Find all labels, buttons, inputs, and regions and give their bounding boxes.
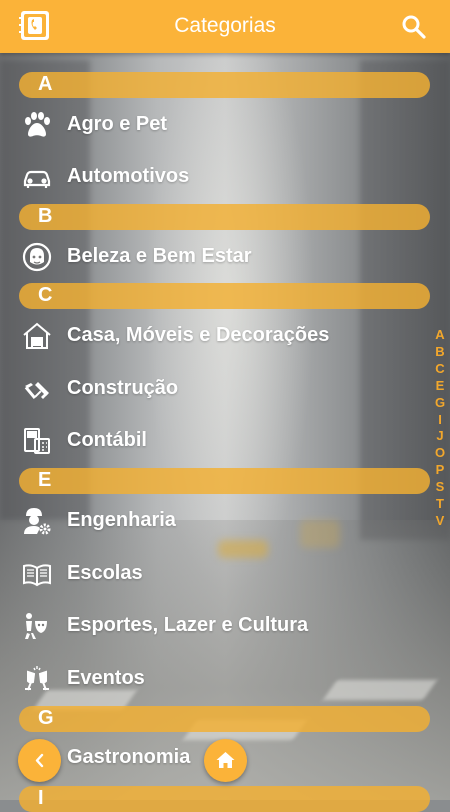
home-button[interactable] [204, 739, 247, 782]
section-letter: I [38, 787, 44, 809]
house-icon [22, 321, 52, 351]
search-icon[interactable] [401, 14, 427, 40]
section-letter: A [38, 73, 53, 95]
category-item-eventos[interactable]: Eventos [0, 654, 430, 704]
section-header-g: G [19, 706, 430, 732]
category-label: Contábil [67, 429, 147, 451]
paw-icon [22, 110, 52, 140]
page-title: Categorias [174, 14, 276, 37]
section-letter: B [38, 205, 53, 227]
category-item-esportes-lazer-e-cultura[interactable]: Esportes, Lazer e Cultura [0, 601, 430, 651]
index-letter-a[interactable]: A [435, 327, 444, 344]
category-label: Casa, Móveis e Decorações [67, 324, 330, 346]
category-item-beleza-e-bem-estar[interactable]: Beleza e Bem Estar [0, 232, 430, 282]
category-item-escolas[interactable]: Escolas [0, 549, 430, 599]
section-letter: E [38, 469, 52, 491]
section-header-c: C [19, 283, 430, 309]
category-item-contabil[interactable]: Contábil [0, 416, 430, 466]
theater-masks-icon [22, 611, 52, 641]
chevron-left-icon [35, 753, 44, 768]
category-item-casa-moveis-e-decoracoes[interactable]: Casa, Móveis e Decorações [0, 311, 430, 361]
section-letter: C [38, 284, 53, 306]
category-label: Engenharia [67, 509, 176, 531]
index-letter-i[interactable]: I [438, 412, 442, 429]
section-header-b: B [19, 204, 430, 230]
index-letter-g[interactable]: G [435, 395, 445, 412]
index-letter-t[interactable]: T [436, 496, 444, 513]
index-letter-e[interactable]: E [436, 378, 445, 395]
app-bar: Categorias [0, 0, 450, 53]
category-list[interactable]: A Agro e Pet Automotivos B Beleza e Bem … [0, 53, 450, 812]
index-letter-c[interactable]: C [435, 361, 444, 378]
category-item-automotivos[interactable]: Automotivos [0, 152, 430, 202]
car-icon [22, 162, 52, 192]
tools-icon [22, 374, 52, 404]
category-item-construcao[interactable]: Construção [0, 364, 430, 414]
section-header-e: E [19, 468, 430, 494]
category-item-engenharia[interactable]: Engenharia [0, 496, 430, 546]
home-icon [216, 752, 235, 768]
category-item-agro-e-pet[interactable]: Agro e Pet [0, 100, 430, 150]
category-label: Agro e Pet [67, 113, 168, 135]
section-header-a: A [19, 72, 430, 98]
category-label: Gastronomia [67, 746, 191, 768]
alphabet-index[interactable]: A B C E G I J O P S T V [433, 327, 447, 530]
category-label: Eventos [67, 667, 145, 689]
category-label: Esportes, Lazer e Cultura [67, 614, 309, 636]
category-label: Escolas [67, 562, 143, 584]
category-label: Construção [67, 377, 179, 399]
book-icon [22, 559, 52, 589]
index-letter-v[interactable]: V [436, 513, 445, 530]
index-letter-j[interactable]: J [436, 428, 443, 445]
index-letter-s[interactable]: S [436, 479, 445, 496]
section-letter: G [38, 707, 54, 729]
calculator-icon [22, 426, 52, 456]
back-button[interactable] [18, 739, 61, 782]
champagne-icon [22, 664, 52, 694]
category-label: Automotivos [67, 165, 190, 187]
index-letter-p[interactable]: P [436, 462, 445, 479]
index-letter-o[interactable]: O [435, 445, 445, 462]
engineer-icon [22, 506, 52, 536]
section-header-i: I [19, 786, 430, 812]
index-letter-b[interactable]: B [435, 344, 444, 361]
category-label: Beleza e Bem Estar [67, 245, 252, 267]
beauty-face-icon [22, 242, 52, 272]
